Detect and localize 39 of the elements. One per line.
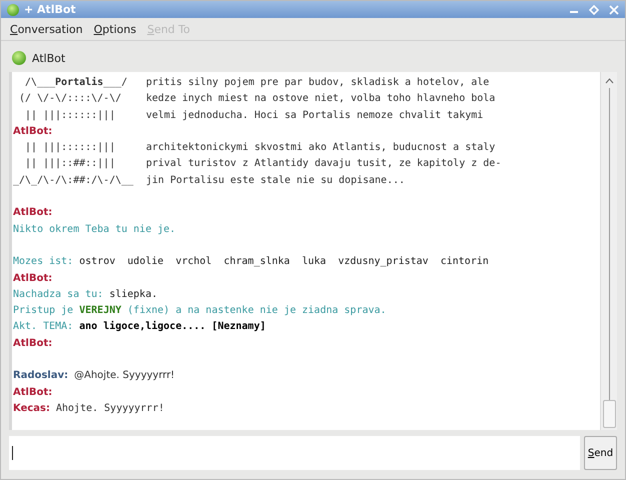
message-text: Mozes ist: ostrov udolie vrchol chram_slnka luka vzdusny_pristav cintorin	[13, 255, 489, 270]
message-text: Nikto okrem Teba tu nie je.	[13, 222, 176, 237]
message-text: Ahojte. Syyyyyrrr!	[56, 402, 164, 416]
ascii-art: _/\_/\-/\:##:/\-/\__	[13, 174, 134, 188]
speaker-name: AtlBot:	[13, 336, 52, 351]
message-text: Pristup je VEREJNY (fixne) a na nastenke nie je ziadna sprava.	[13, 304, 386, 318]
message-text: Akt. TEMA: ano ligoce,ligoce.... [Neznamy]	[13, 320, 266, 334]
message-text: kedze inych miest na ostove niet, volba toho hlavneho bola	[146, 92, 496, 106]
window-title: + AtlBot	[24, 3, 77, 16]
scroll-up-icon[interactable]	[604, 78, 614, 84]
message-text: prival turistov z Atlantidy davaju tusit, ze kapitoly z de-	[146, 157, 502, 172]
message-text: pritis silny pojem pre par budov, skladisk a hotelov, ale	[146, 76, 490, 90]
diamond-icon[interactable]	[589, 4, 599, 14]
ascii-art: || |||::##::|||	[24, 157, 116, 172]
menu-item[interactable]: Options	[94, 22, 136, 36]
close-icon[interactable]	[609, 4, 619, 14]
message-text: jin Portalisu este stale nie su dopisane...	[146, 174, 405, 188]
message-text: architektonickymi skvostmi ako Atlantis, buducnost a staly	[146, 141, 496, 156]
message-text: Nachadza sa tu: sliepka.	[13, 288, 158, 302]
speaker-name: Radoslav:	[13, 369, 68, 384]
ascii-art: || |||::::::|||	[24, 108, 116, 123]
speaker-name: AtlBot:	[13, 272, 52, 286]
scrollbar[interactable]	[600, 72, 617, 430]
ascii-art: || |||::::::|||	[24, 141, 116, 156]
contact-name: AtlBot	[32, 52, 66, 64]
status-orb-icon	[12, 51, 26, 65]
speaker-name: AtlBot:	[13, 386, 52, 400]
message-text: velmi jednoducha. Hoci sa Portalis nemoze chvalit takymi	[146, 108, 484, 123]
ascii-art: (/ \/-\/::::\/-\/	[18, 92, 122, 106]
speaker-name: AtlBot:	[13, 124, 52, 139]
menu-item[interactable]: Conversation	[10, 22, 83, 36]
status-orb-icon	[7, 4, 19, 16]
speaker-name: AtlBot:	[13, 206, 52, 220]
message-input-field[interactable]	[9, 436, 580, 470]
send-button[interactable]: Send	[584, 436, 617, 470]
ascii-art: /\___Portalis___/	[24, 76, 128, 90]
speaker-name: Kecas:	[13, 402, 50, 416]
scroll-thumb[interactable]	[603, 400, 616, 428]
message-text: @Ahojte. Syyyyyrrr!	[74, 369, 175, 384]
